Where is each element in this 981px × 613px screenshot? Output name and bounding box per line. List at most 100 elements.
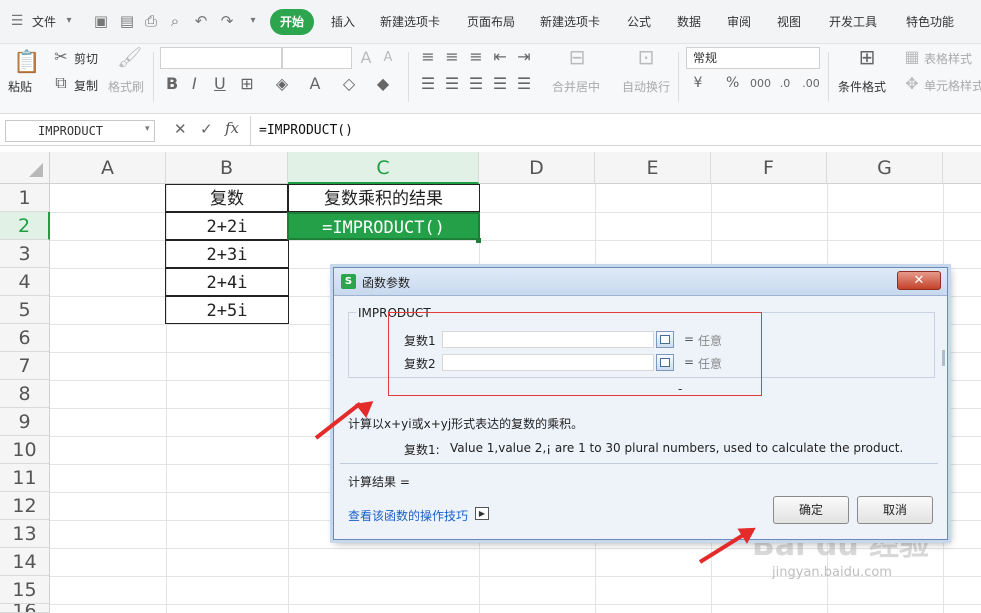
conditional-format-button[interactable]: 条件格式: [838, 78, 886, 95]
increase-font-icon[interactable]: A: [358, 49, 374, 67]
merge-center-button[interactable]: 合并居中: [552, 78, 600, 95]
redo-icon[interactable]: ↷: [218, 12, 236, 30]
format-painter-icon[interactable]: 🖌: [117, 47, 142, 72]
cell-b5[interactable]: 2+5i: [165, 296, 289, 324]
print-icon[interactable]: ⎙: [142, 12, 160, 30]
confirm-formula-icon[interactable]: ✓: [200, 120, 213, 138]
row-header-13[interactable]: 13: [0, 520, 50, 548]
align-middle-icon[interactable]: ≡: [444, 48, 460, 66]
paste-icon[interactable]: 📋: [13, 50, 40, 76]
hamburger-icon[interactable]: ☰: [8, 12, 26, 30]
table-style-icon[interactable]: ▦: [904, 48, 920, 66]
formula-input[interactable]: =IMPRODUCT(): [250, 116, 981, 146]
paste-button[interactable]: 粘贴: [8, 78, 32, 95]
align-bottom-icon[interactable]: ≡: [468, 48, 484, 66]
decrease-font-icon[interactable]: A: [380, 49, 396, 67]
file-menu[interactable]: 文件: [32, 9, 56, 35]
font-size-select[interactable]: [282, 47, 352, 69]
row-header-6[interactable]: 6: [0, 324, 50, 352]
video-icon[interactable]: ▶: [475, 507, 489, 520]
copy-button[interactable]: 复制: [74, 77, 98, 94]
column-header-a[interactable]: A: [50, 152, 166, 184]
cell-c2-active[interactable]: =IMPRODUCT(): [287, 212, 480, 240]
scrollbar-thumb[interactable]: [942, 350, 945, 366]
column-header-b[interactable]: B: [166, 152, 288, 184]
row-header-14[interactable]: 14: [0, 548, 50, 576]
currency-icon[interactable]: ¥: [690, 74, 706, 92]
font-name-select[interactable]: [160, 47, 282, 69]
name-box[interactable]: IMPRODUCT: [5, 120, 155, 142]
cancel-formula-icon[interactable]: ✕: [174, 120, 187, 138]
clear-format-icon[interactable]: ◇: [340, 75, 358, 93]
decimal-increase-icon[interactable]: .0: [776, 75, 794, 93]
indent-decrease-icon[interactable]: ⇤: [492, 48, 508, 66]
table-style-button[interactable]: 表格样式: [924, 50, 972, 67]
close-button[interactable]: ✕: [897, 271, 941, 290]
cell-c1[interactable]: 复数乘积的结果: [287, 184, 480, 212]
column-header-e[interactable]: E: [595, 152, 711, 184]
tab-developer[interactable]: 开发工具: [829, 9, 877, 35]
tab-data[interactable]: 数据: [677, 9, 701, 35]
row-header-1[interactable]: 1: [0, 184, 50, 212]
cell-style-icon[interactable]: ✥: [904, 75, 920, 93]
percent-button[interactable]: %: [726, 75, 739, 91]
save-icon[interactable]: ▣: [92, 12, 110, 30]
ok-button[interactable]: 确定: [773, 496, 849, 524]
indent-increase-icon[interactable]: ⇥: [516, 48, 532, 66]
italic-button[interactable]: I: [192, 74, 197, 93]
underline-button[interactable]: U: [214, 74, 226, 93]
row-header-9[interactable]: 9: [0, 408, 50, 436]
eraser-icon[interactable]: ◆: [374, 75, 392, 93]
print-preview-icon[interactable]: ⌕: [166, 12, 184, 30]
column-header-d[interactable]: D: [479, 152, 595, 184]
font-color-icon[interactable]: A: [306, 75, 324, 93]
select-all-corner[interactable]: [0, 152, 50, 184]
conditional-format-icon[interactable]: ⊞: [855, 47, 879, 72]
format-painter-button[interactable]: 格式刷: [108, 78, 144, 95]
row-header-8[interactable]: 8: [0, 380, 50, 408]
align-left-icon[interactable]: ☰: [420, 75, 436, 93]
thousands-icon[interactable]: 000: [750, 75, 771, 93]
align-top-icon[interactable]: ≡: [420, 48, 436, 66]
row-header-10[interactable]: 10: [0, 436, 50, 464]
chevron-down-icon[interactable]: ▾: [145, 124, 150, 134]
decimal-decrease-icon[interactable]: .00: [802, 75, 820, 93]
merge-icon[interactable]: ⊟: [565, 47, 589, 72]
cell-style-button[interactable]: 单元格样式: [924, 77, 981, 94]
column-header-h[interactable]: [943, 152, 981, 184]
more-icon[interactable]: ▾: [244, 12, 262, 30]
wrap-text-button[interactable]: 自动换行: [622, 78, 670, 95]
cell-b1[interactable]: 复数: [165, 184, 289, 212]
tab-features[interactable]: 特色功能: [906, 9, 954, 35]
row-header-12[interactable]: 12: [0, 492, 50, 520]
row-header-2[interactable]: 2: [0, 212, 50, 240]
tab-insert[interactable]: 插入: [331, 9, 355, 35]
distribute-icon[interactable]: ☰: [516, 75, 532, 93]
tab-new-2[interactable]: 新建选项卡: [540, 9, 600, 35]
fill-handle[interactable]: [476, 238, 481, 243]
tab-formulas[interactable]: 公式: [627, 9, 651, 35]
cell-b2[interactable]: 2+2i: [165, 212, 289, 240]
column-header-g[interactable]: G: [827, 152, 943, 184]
tab-new-1[interactable]: 新建选项卡: [380, 9, 440, 35]
row-header-11[interactable]: 11: [0, 464, 50, 492]
cell-b3[interactable]: 2+3i: [165, 240, 289, 268]
row-header-16[interactable]: 16: [0, 604, 50, 613]
tab-review[interactable]: 审阅: [727, 9, 751, 35]
fill-color-icon[interactable]: ◈: [273, 75, 291, 93]
tab-home[interactable]: 开始: [270, 9, 315, 35]
undo-icon[interactable]: ↶: [192, 12, 210, 30]
chevron-down-icon[interactable]: ▾: [60, 12, 78, 30]
justify-icon[interactable]: ☰: [492, 75, 508, 93]
row-header-7[interactable]: 7: [0, 352, 50, 380]
tab-page-layout[interactable]: 页面布局: [467, 9, 515, 35]
row-header-4[interactable]: 4: [0, 268, 50, 296]
export-pdf-icon[interactable]: ▤: [118, 12, 136, 30]
scissors-icon[interactable]: ✂: [52, 48, 70, 66]
align-center-icon[interactable]: ☰: [444, 75, 460, 93]
copy-icon[interactable]: ⧉: [52, 74, 70, 92]
bold-button[interactable]: B: [166, 74, 178, 93]
help-link[interactable]: 查看该函数的操作技巧: [348, 507, 468, 524]
number-format-select[interactable]: 常规: [686, 47, 820, 69]
cancel-button[interactable]: 取消: [857, 496, 933, 524]
